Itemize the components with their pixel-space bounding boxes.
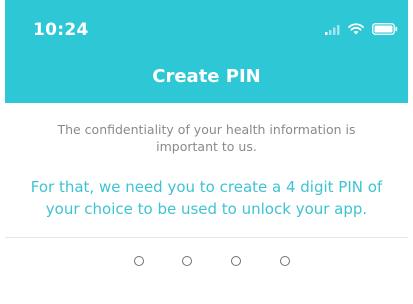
- pin-dot-3: [231, 256, 241, 266]
- divider: [5, 237, 408, 238]
- pin-indicator: [5, 256, 408, 270]
- wifi-icon: [348, 20, 364, 39]
- pin-instruction: For that, we need you to create a 4 digi…: [30, 178, 383, 218]
- create-pin-screen: 10:24 Create PIN The confidentiality of …: [5, 0, 408, 304]
- status-icons: [325, 22, 398, 36]
- battery-icon: [372, 20, 398, 39]
- pin-dot-2: [182, 256, 192, 266]
- confidentiality-notice: The confidentiality of your health infor…: [57, 122, 356, 154]
- signal-icon: [325, 20, 340, 39]
- header-bar: 10:24 Create PIN: [5, 0, 408, 103]
- pin-dot-1: [134, 256, 144, 266]
- page-title: Create PIN: [152, 66, 261, 87]
- status-time: 10:24: [33, 20, 89, 40]
- pin-dot-4: [280, 256, 290, 266]
